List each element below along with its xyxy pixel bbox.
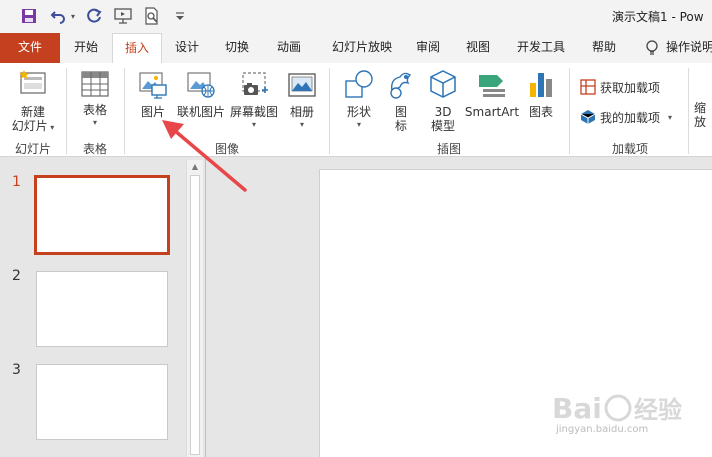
slide-number: 3: [12, 362, 21, 378]
group-separator: [124, 68, 125, 154]
group-label-addins: 加载项: [611, 142, 648, 156]
tab-animations[interactable]: 动画: [266, 33, 312, 63]
zoom-label-1: 缩: [694, 101, 707, 115]
smartart-button[interactable]: SmartArt: [464, 69, 520, 119]
tab-developer[interactable]: 开发工具: [508, 33, 574, 63]
svg-text:经验: 经验: [634, 396, 682, 424]
smartart-icon: [464, 69, 520, 102]
online-pictures-button[interactable]: 联机图片: [174, 71, 228, 119]
3d-models-label-2: 模型: [430, 119, 455, 133]
slide-thumbnail-3[interactable]: [36, 364, 168, 440]
icons-label-1: 图: [394, 105, 407, 119]
icons-button[interactable]: 图 标: [384, 69, 418, 133]
ribbon-tabs: 文件 开始 插入 设计 切换 动画 幻灯片放映 审阅 视图 开发工具 帮助 操作…: [0, 33, 712, 64]
new-slide-icon: [6, 69, 60, 102]
get-addins-button[interactable]: 获取加载项: [580, 78, 660, 96]
redo-icon[interactable]: [84, 6, 104, 26]
3d-models-button[interactable]: 3D 模型: [424, 69, 462, 133]
icons-gallery-icon: [384, 69, 418, 102]
pictures-button[interactable]: 图片: [132, 71, 174, 119]
get-addins-label: 获取加载项: [600, 80, 661, 95]
chart-label: 图表: [528, 105, 553, 119]
photo-album-button[interactable]: 相册 ▾: [282, 71, 322, 129]
tab-transitions[interactable]: 切换: [214, 33, 260, 63]
group-separator: [688, 68, 689, 154]
group-separator: [329, 68, 330, 154]
slide-thumbnails-pane: 1 2 3 ▲: [0, 158, 205, 457]
zoom-button-partial[interactable]: 缩 放: [694, 101, 712, 129]
scroll-up-icon[interactable]: ▲: [187, 160, 203, 174]
slide-number: 1: [12, 174, 21, 190]
new-slide-button[interactable]: 新建 幻灯片 ▾: [6, 69, 60, 135]
tell-me-search[interactable]: 操作说明: [666, 33, 712, 63]
photo-album-caret-icon: ▾: [299, 120, 304, 129]
tab-home[interactable]: 开始: [62, 33, 110, 63]
smartart-label: SmartArt: [464, 105, 520, 119]
group-label-slides: 幻灯片: [14, 142, 51, 156]
my-addins-button[interactable]: 我的加载项 ▾: [580, 108, 672, 126]
ribbon-insert: 新建 幻灯片 ▾ 幻灯片 表格 ▾ 表格 图片 联机图片 屏幕截图 ▾ 相册 ▾…: [0, 63, 712, 157]
pictures-label: 图片: [140, 105, 165, 119]
new-slide-caret-icon: ▾: [47, 123, 55, 132]
present-from-start-icon[interactable]: [112, 6, 134, 26]
new-slide-label-2: 幻灯片: [11, 119, 48, 133]
slide-thumbnail-2[interactable]: [36, 271, 168, 347]
3d-models-label-1: 3D: [434, 105, 452, 119]
tab-slideshow[interactable]: 幻灯片放映: [322, 33, 402, 63]
shapes-caret-icon: ▾: [356, 120, 361, 129]
slide-number: 2: [12, 268, 21, 284]
shapes-icon: [338, 69, 380, 102]
table-caret-icon: ▾: [92, 118, 97, 127]
my-addins-icon: [580, 109, 596, 125]
undo-dropdown-icon[interactable]: ▾: [68, 6, 78, 26]
scrollbar-thumb[interactable]: [190, 175, 200, 455]
screenshot-caret-icon: ▾: [251, 120, 256, 129]
undo-icon[interactable]: [48, 6, 68, 26]
picture-icon: [132, 71, 174, 102]
save-icon[interactable]: [18, 6, 40, 26]
store-icon: [580, 79, 596, 95]
tab-help[interactable]: 帮助: [584, 33, 624, 63]
online-pictures-label: 联机图片: [176, 105, 225, 119]
shapes-button[interactable]: 形状 ▾: [338, 69, 380, 129]
group-label-tables: 表格: [82, 142, 107, 156]
icons-label-2: 标: [394, 119, 407, 133]
customize-toolbar-icon[interactable]: [172, 6, 188, 26]
tab-view[interactable]: 视图: [456, 33, 500, 63]
print-preview-icon[interactable]: [141, 6, 163, 26]
new-slide-label-1: 新建: [20, 105, 45, 119]
tab-insert[interactable]: 插入: [112, 33, 162, 64]
photo-album-icon: [282, 71, 322, 102]
my-addins-caret-icon: ▾: [668, 112, 673, 122]
document-title: 演示文稿1 - Pow: [612, 10, 704, 24]
watermark-url: jingyan.baidu.com: [556, 424, 649, 435]
title-bar: ▾ 演示文稿1 - Pow: [0, 0, 712, 33]
table-button[interactable]: 表格 ▾: [72, 71, 118, 127]
group-separator: [66, 68, 67, 154]
group-separator: [569, 68, 570, 154]
group-label-illustrations: 插图: [436, 142, 461, 156]
lightbulb-icon[interactable]: [645, 40, 659, 56]
slide-thumbnail-1[interactable]: [34, 175, 170, 255]
table-label: 表格: [82, 103, 107, 117]
screenshot-icon: [228, 71, 280, 102]
chart-button[interactable]: 图表: [522, 69, 560, 119]
my-addins-label: 我的加载项: [600, 110, 661, 125]
bar-chart-icon: [522, 69, 560, 102]
photo-album-label: 相册: [289, 105, 314, 119]
zoom-label-2: 放: [694, 115, 707, 129]
tab-review[interactable]: 审阅: [408, 33, 448, 63]
screenshot-button[interactable]: 屏幕截图 ▾: [228, 71, 280, 129]
tab-file[interactable]: 文件: [0, 33, 60, 63]
online-picture-icon: [174, 71, 228, 102]
3d-cube-icon: [424, 69, 462, 102]
thumbnails-scrollbar[interactable]: ▲: [186, 160, 203, 457]
table-icon: [72, 71, 118, 100]
tab-design[interactable]: 设计: [164, 33, 210, 63]
shapes-label: 形状: [346, 105, 371, 119]
group-label-images: 图像: [214, 142, 239, 156]
powerpoint-window: ▾ 演示文稿1 - Pow 文件 开始 插入 设计 切换 动画 幻灯片放映 审阅…: [0, 0, 712, 457]
svg-text:Bai: Bai: [552, 392, 602, 425]
screenshot-label: 屏幕截图: [229, 105, 278, 119]
